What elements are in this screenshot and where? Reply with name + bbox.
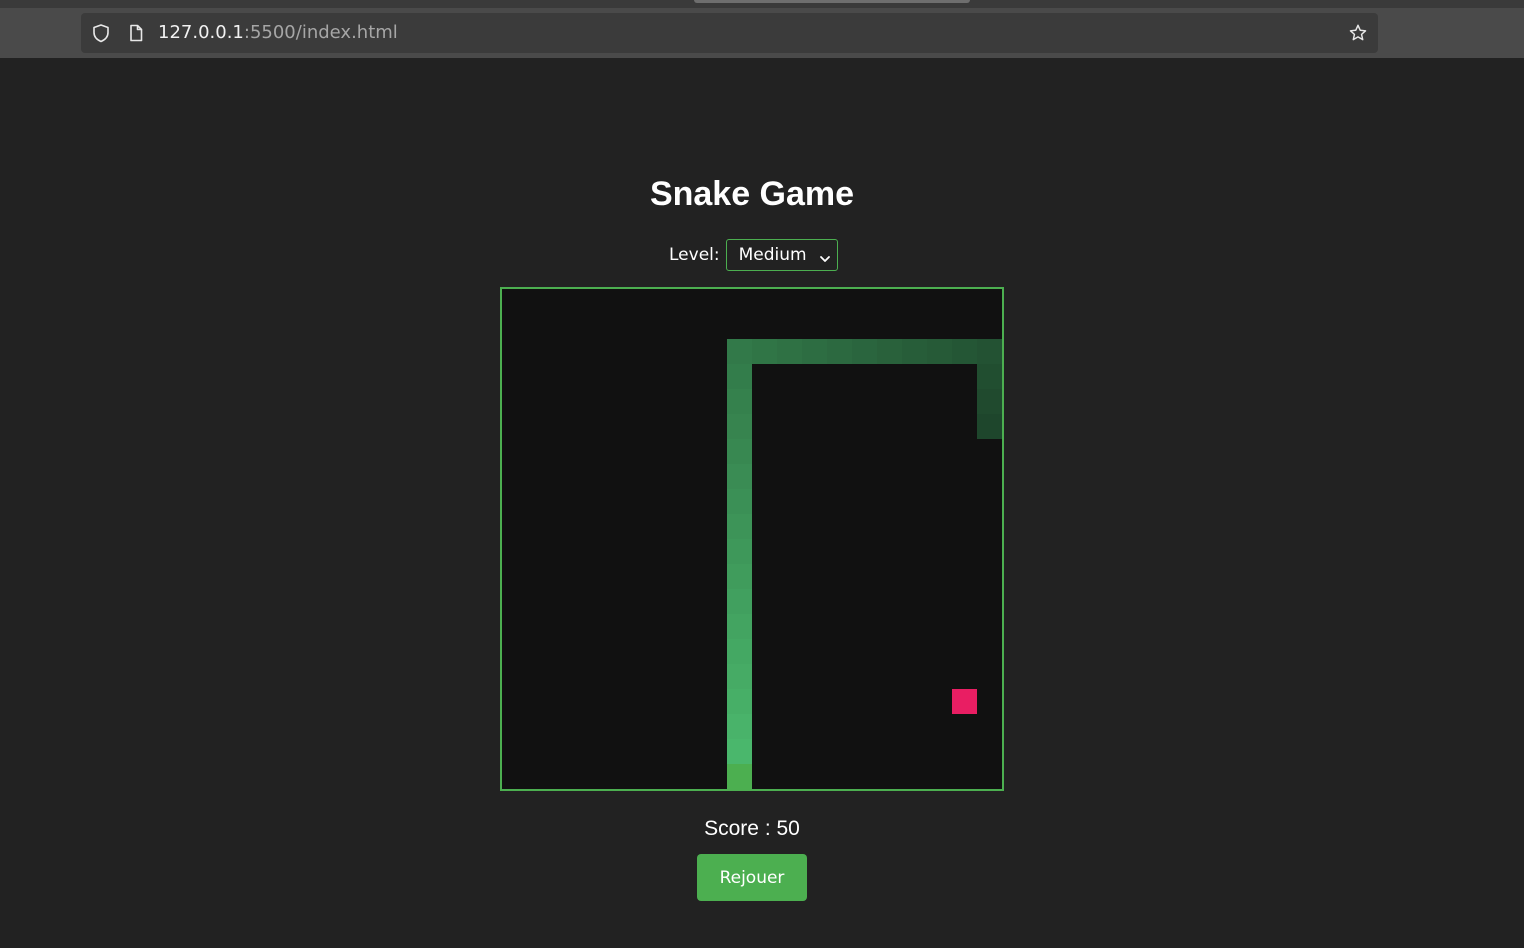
snake-segment [727, 564, 752, 589]
snake-segment [727, 464, 752, 489]
level-select[interactable]: Medium [725, 239, 838, 271]
level-control: Level: Medium [669, 238, 838, 272]
snake-segment [777, 339, 802, 364]
url-path: :5500/index.html [243, 22, 398, 43]
address-bar[interactable]: 127.0.0.1:5500/index.html [81, 13, 1378, 53]
level-label: Level: [669, 245, 720, 265]
snake-segment [952, 339, 977, 364]
url-host: 127.0.0.1 [158, 22, 244, 43]
tab-strip [0, 0, 1524, 8]
snake-segment [727, 339, 752, 364]
snake-segment [727, 664, 752, 689]
page-title: Snake Game [649, 175, 855, 213]
snake-segment [902, 339, 927, 364]
page-content: Snake Game Level: Medium Score : 50 Rejo… [0, 58, 1524, 948]
snake-segment [927, 339, 952, 364]
active-tab[interactable] [694, 0, 970, 3]
snake-segment [977, 339, 1002, 364]
snake-segment [802, 339, 827, 364]
snake-head [727, 764, 752, 789]
chevron-down-icon [819, 250, 831, 262]
level-select-value: Medium [738, 245, 807, 265]
snake-segment [977, 389, 1002, 414]
snake-segment [752, 339, 777, 364]
game-board[interactable] [500, 287, 1004, 791]
snake-segment [852, 339, 877, 364]
food-item [952, 689, 977, 714]
snake-segment [727, 639, 752, 664]
browser-toolbar: 127.0.0.1:5500/index.html [0, 0, 1524, 58]
snake-segment [977, 414, 1002, 439]
score-display: Score : 50 [704, 817, 800, 840]
snake-segment [727, 739, 752, 764]
snake-segment [977, 364, 1002, 389]
url-text: 127.0.0.1:5500/index.html [158, 22, 398, 44]
snake-segment [727, 689, 752, 714]
snake-segment [727, 539, 752, 564]
snake-segment [877, 339, 902, 364]
snake-segment [727, 389, 752, 414]
snake-segment [727, 589, 752, 614]
snake-segment [727, 489, 752, 514]
snake-segment [727, 414, 752, 439]
snake-segment [727, 614, 752, 639]
bookmark-star-icon[interactable] [1348, 23, 1368, 43]
snake-segment [727, 439, 752, 464]
snake-segment [727, 514, 752, 539]
snake-segment [727, 714, 752, 739]
game-canvas[interactable] [502, 289, 1002, 789]
replay-button[interactable]: Rejouer [697, 854, 807, 901]
snake-segment [727, 364, 752, 389]
page-icon [126, 23, 146, 43]
shield-icon[interactable] [91, 23, 111, 43]
snake-segment [827, 339, 852, 364]
